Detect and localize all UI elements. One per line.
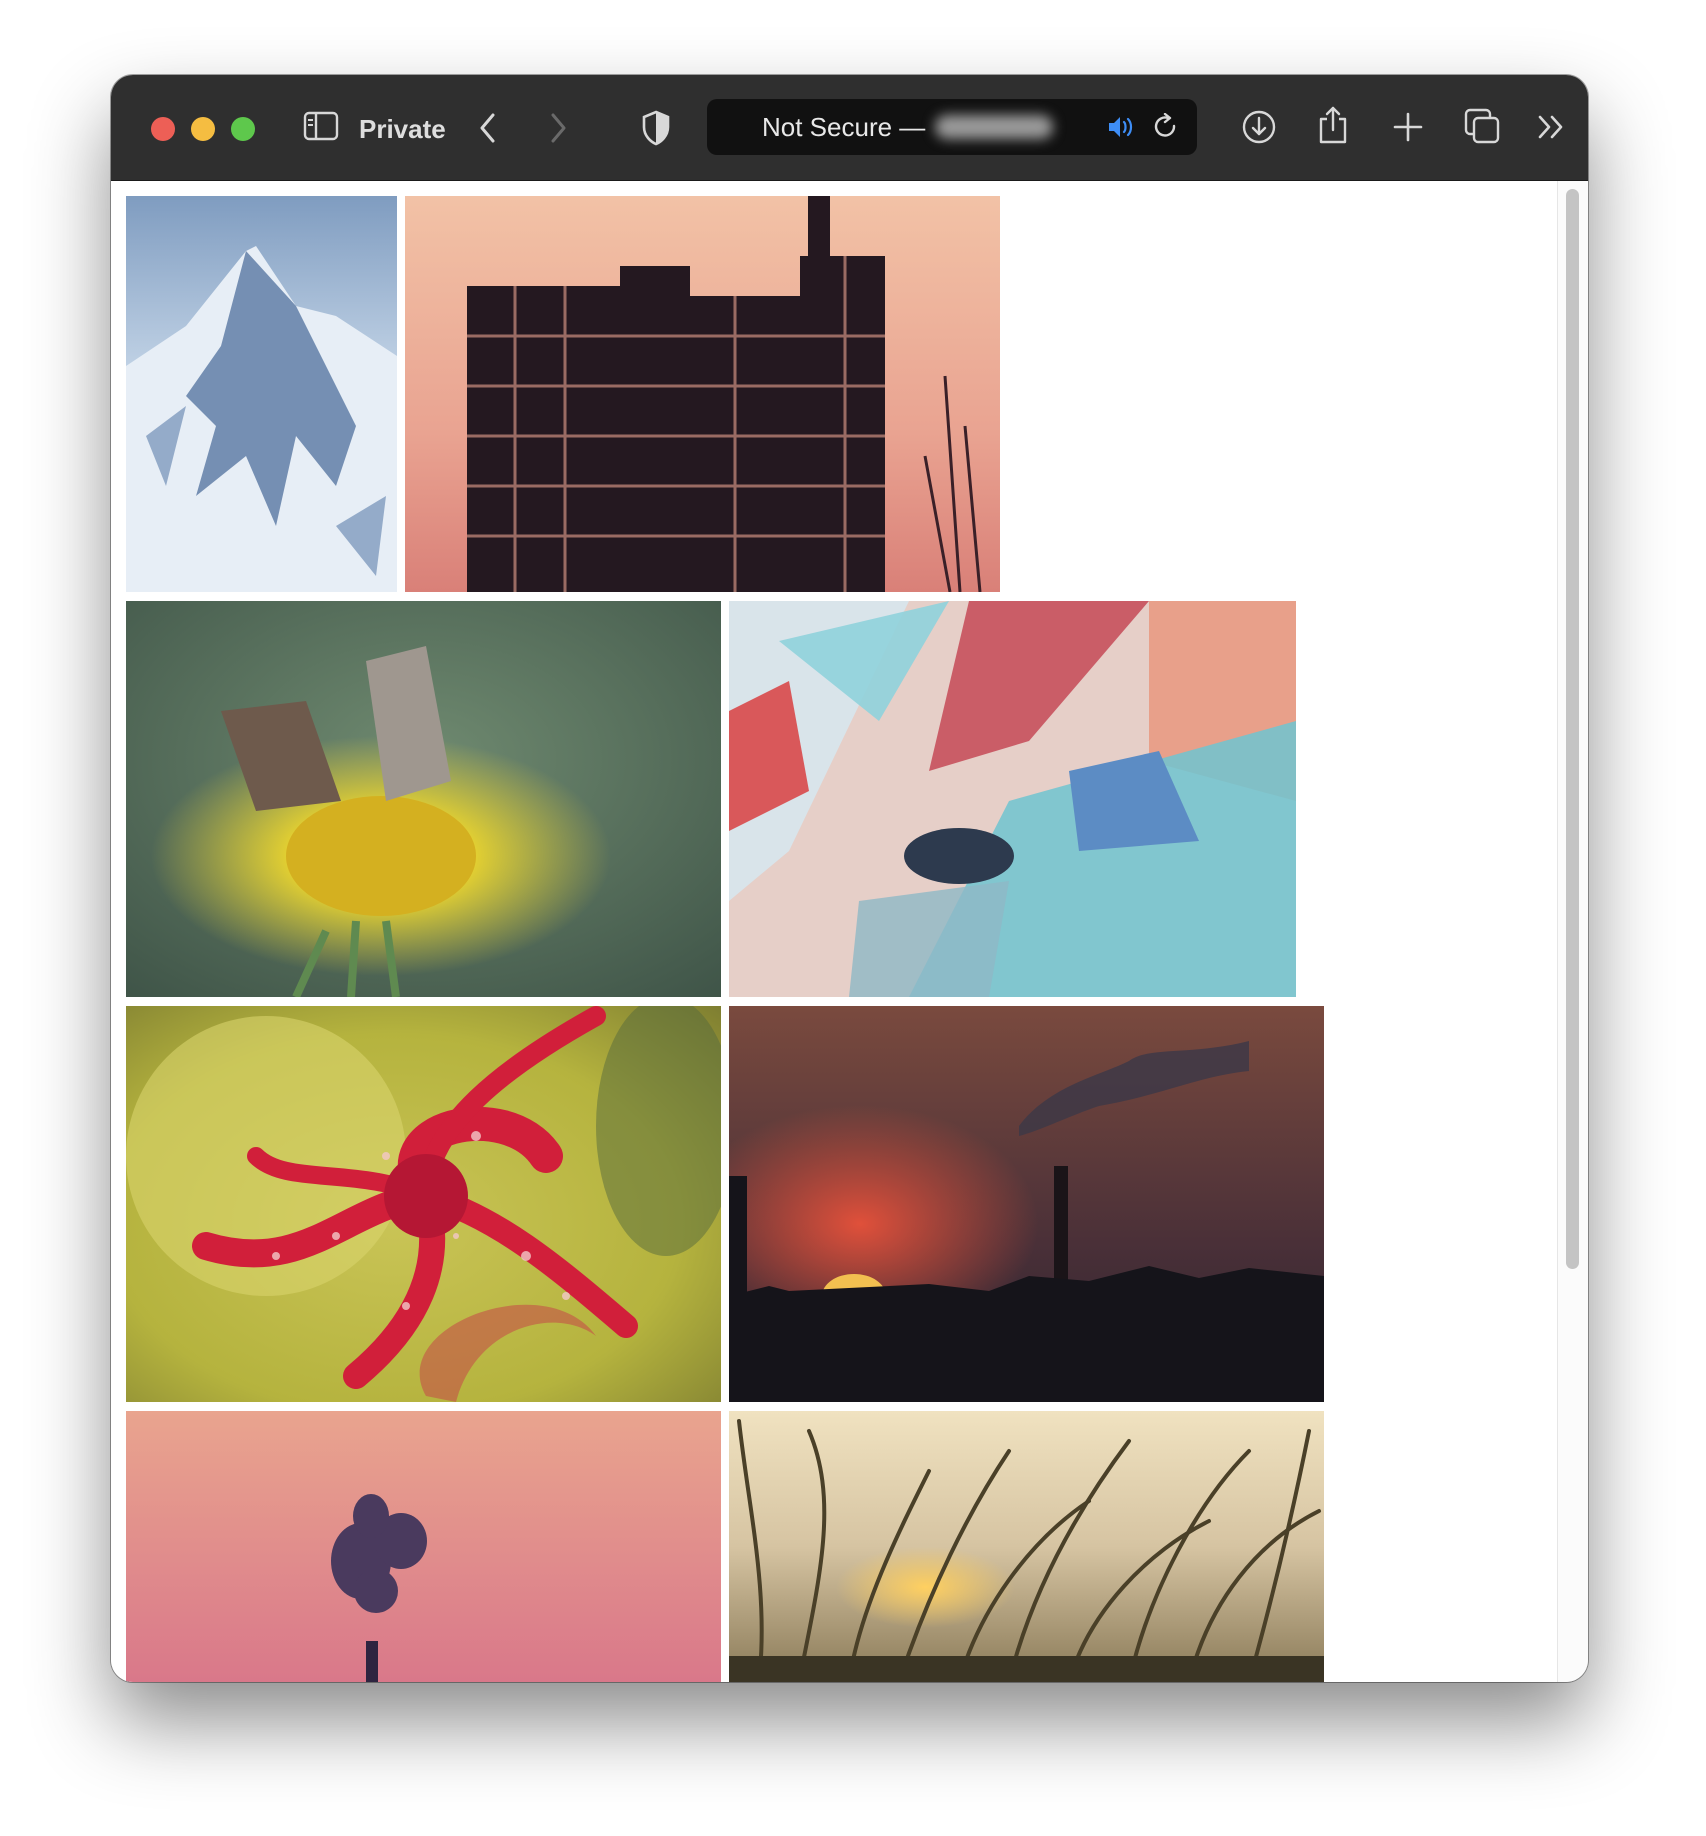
back-icon[interactable]	[477, 111, 499, 145]
download-icon[interactable]	[1241, 109, 1277, 145]
sidebar-icon[interactable]	[303, 111, 339, 141]
reload-icon[interactable]	[1152, 113, 1180, 141]
photo-butterflies-flower[interactable]	[126, 601, 721, 997]
zoom-button[interactable]	[231, 117, 255, 141]
page-content	[111, 181, 1558, 1682]
speaker-icon[interactable]	[1107, 114, 1137, 140]
photo-grass-sunset[interactable]	[729, 1411, 1324, 1682]
photo-building-scaffold[interactable]	[405, 196, 1000, 592]
address-text: Not Secure —	[762, 112, 926, 142]
photo-sunset-smokestack[interactable]	[729, 1006, 1324, 1402]
private-label: Private	[359, 114, 446, 144]
new-tab-icon[interactable]	[1391, 110, 1425, 144]
address-bar[interactable]: Not Secure —	[707, 99, 1197, 155]
photo-red-plant-droplets[interactable]	[126, 1006, 721, 1402]
photo-mountain-painting[interactable]	[126, 196, 397, 592]
photo-abstract-painting[interactable]	[729, 601, 1296, 997]
more-icon[interactable]	[1536, 113, 1568, 141]
blurred-url	[935, 115, 1053, 139]
photo-pink-sky-smoke[interactable]	[126, 1411, 721, 1682]
tabs-overview-icon[interactable]	[1463, 107, 1501, 145]
forward-icon[interactable]	[547, 111, 569, 145]
vertical-scrollbar[interactable]	[1557, 181, 1588, 1682]
browser-window: Private Not Secure —	[111, 75, 1588, 1682]
scrollbar-thumb[interactable]	[1566, 189, 1579, 1269]
close-button[interactable]	[151, 117, 175, 141]
minimize-button[interactable]	[191, 117, 215, 141]
toolbar: Private Not Secure —	[111, 75, 1588, 181]
shield-icon[interactable]	[641, 110, 671, 146]
share-icon[interactable]	[1316, 105, 1350, 145]
